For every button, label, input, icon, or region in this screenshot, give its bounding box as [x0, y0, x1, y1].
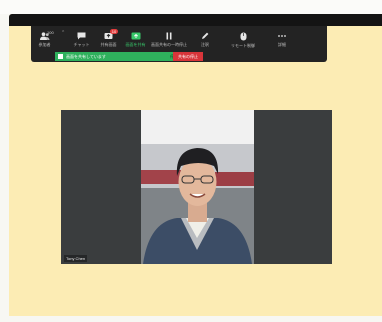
participant-video-image — [141, 110, 254, 264]
participants-label: 参加者 — [38, 42, 51, 47]
pause-icon — [166, 32, 172, 40]
window-titlebar — [9, 14, 382, 26]
chat-badge: 10 — [110, 29, 118, 34]
participant-name-tag: Tony Chen — [64, 255, 88, 262]
sharing-status-label: 画面を共有しています — [66, 53, 106, 59]
chevron-up-icon: ⌃ — [61, 30, 66, 36]
remote-control-icon — [240, 32, 246, 41]
shared-screen-window: 100 参加者 ⌃ チャット 10 共有画面 画面を共有 画面共有の一時停止 注… — [9, 14, 382, 316]
share-screen-label: 共有画面 — [100, 42, 117, 47]
remote-control-label: リモート制御 — [231, 43, 255, 48]
remote-control-button[interactable]: リモート制御 — [221, 26, 265, 62]
more-icon — [278, 35, 286, 37]
participants-button[interactable]: 100 参加者 — [31, 26, 58, 62]
video-panel: Tony Chen — [61, 110, 332, 264]
pause-share-label: 画面共有の一時停止 — [151, 42, 187, 47]
more-button[interactable]: 詳細 — [265, 26, 299, 62]
participant-count: 100 — [47, 30, 54, 35]
annotate-label: 注釈 — [201, 42, 209, 47]
chat-icon — [77, 32, 86, 40]
more-label: 詳細 — [278, 42, 286, 47]
chat-label: チャット — [73, 42, 90, 47]
annotate-icon — [202, 32, 209, 39]
new-share-label: 画面を共有 — [125, 42, 146, 47]
sharing-icon — [58, 54, 63, 59]
share-screen-active-icon — [131, 32, 140, 40]
stop-share-button[interactable]: 共有の停止 — [173, 52, 203, 61]
screen-top-edge — [0, 0, 382, 14]
sharing-status-bar[interactable]: 画面を共有しています 停止 — [55, 52, 181, 61]
participant-video — [141, 110, 254, 264]
stop-share-label: 共有の停止 — [178, 53, 198, 59]
